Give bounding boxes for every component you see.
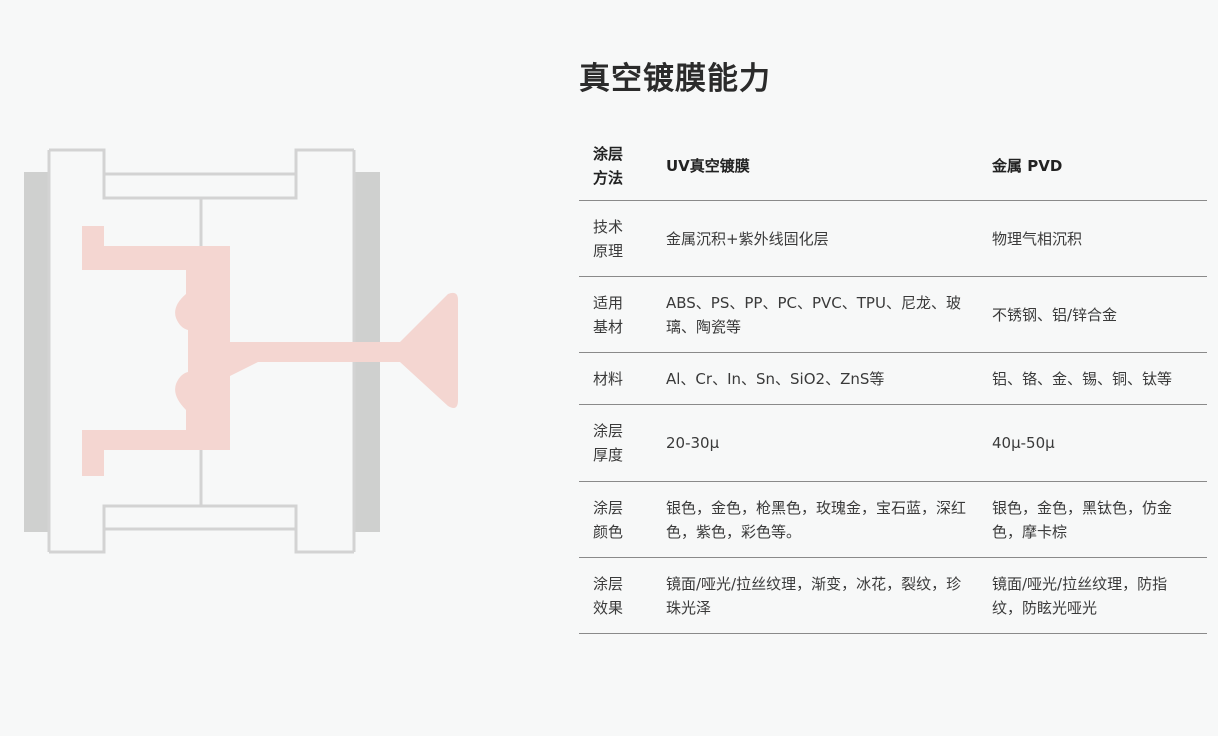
uv-cell: 镜面/哑光/拉丝纹理，渐变，冰花，裂纹，珍珠光泽 xyxy=(652,557,978,634)
coating-spec-table: 涂层方法 UV真空镀膜 金属 PVD 技术原理 金属沉积+紫外线固化层 物理气相… xyxy=(579,128,1207,634)
mold-plate-left xyxy=(24,172,50,532)
uv-cell: Al、Cr、In、Sn、SiO2、ZnS等 xyxy=(652,352,978,405)
pvd-cell: 镜面/哑光/拉丝纹理，防指纹，防眩光哑光 xyxy=(978,557,1207,634)
mold-bottom-outline xyxy=(49,527,354,554)
pvd-cell: 铝、铬、金、锡、铜、钛等 xyxy=(978,352,1207,405)
molded-part xyxy=(82,226,458,476)
table-header-row: 涂层方法 UV真空镀膜 金属 PVD xyxy=(579,128,1207,201)
mold-top-outline xyxy=(49,148,354,176)
uv-cell: ABS、PS、PP、PC、PVC、TPU、尼龙、玻璃、陶瓷等 xyxy=(652,276,978,353)
table-row: 技术原理 金属沉积+紫外线固化层 物理气相沉积 xyxy=(579,200,1207,277)
table-row: 材料 Al、Cr、In、Sn、SiO2、ZnS等 铝、铬、金、锡、铜、钛等 xyxy=(579,352,1207,405)
mold-illustration xyxy=(24,148,458,554)
header-method: 涂层方法 xyxy=(579,128,652,201)
table-row: 涂层厚度 20-30μ 40μ-50μ xyxy=(579,404,1207,482)
mold-bottom-inner xyxy=(102,504,298,529)
table-row: 涂层颜色 银色，金色，枪黑色，玫瑰金，宝石蓝，深红色，紫色，彩色等。 银色，金色… xyxy=(579,481,1207,558)
table-row: 适用基材 ABS、PS、PP、PC、PVC、TPU、尼龙、玻璃、陶瓷等 不锈钢、… xyxy=(579,276,1207,353)
main-content: 真空镀膜能力 涂层方法 UV真空镀膜 金属 PVD 技术原理 金属沉积+紫外线固… xyxy=(579,56,1207,634)
pvd-cell: 不锈钢、铝/锌合金 xyxy=(978,276,1207,353)
uv-cell: 金属沉积+紫外线固化层 xyxy=(652,200,978,277)
row-label: 涂层效果 xyxy=(579,557,652,634)
row-label: 技术原理 xyxy=(579,200,652,277)
uv-cell: 银色，金色，枪黑色，玫瑰金，宝石蓝，深红色，紫色，彩色等。 xyxy=(652,481,978,558)
uv-cell: 20-30μ xyxy=(652,404,978,482)
injection-mold-diagram xyxy=(0,0,500,732)
page-title: 真空镀膜能力 xyxy=(579,61,771,97)
header-uv: UV真空镀膜 xyxy=(652,128,978,201)
row-label: 涂层颜色 xyxy=(579,481,652,558)
row-label: 材料 xyxy=(579,352,652,405)
pvd-cell: 40μ-50μ xyxy=(978,404,1207,482)
row-label: 涂层厚度 xyxy=(579,404,652,482)
pvd-cell: 物理气相沉积 xyxy=(978,200,1207,277)
header-pvd: 金属 PVD xyxy=(978,128,1207,201)
mold-top-inner xyxy=(102,174,298,200)
row-label: 适用基材 xyxy=(579,276,652,353)
pvd-cell: 银色，金色，黑钛色，仿金色，摩卡棕 xyxy=(978,481,1207,558)
table-row: 涂层效果 镜面/哑光/拉丝纹理，渐变，冰花，裂纹，珍珠光泽 镜面/哑光/拉丝纹理… xyxy=(579,557,1207,634)
